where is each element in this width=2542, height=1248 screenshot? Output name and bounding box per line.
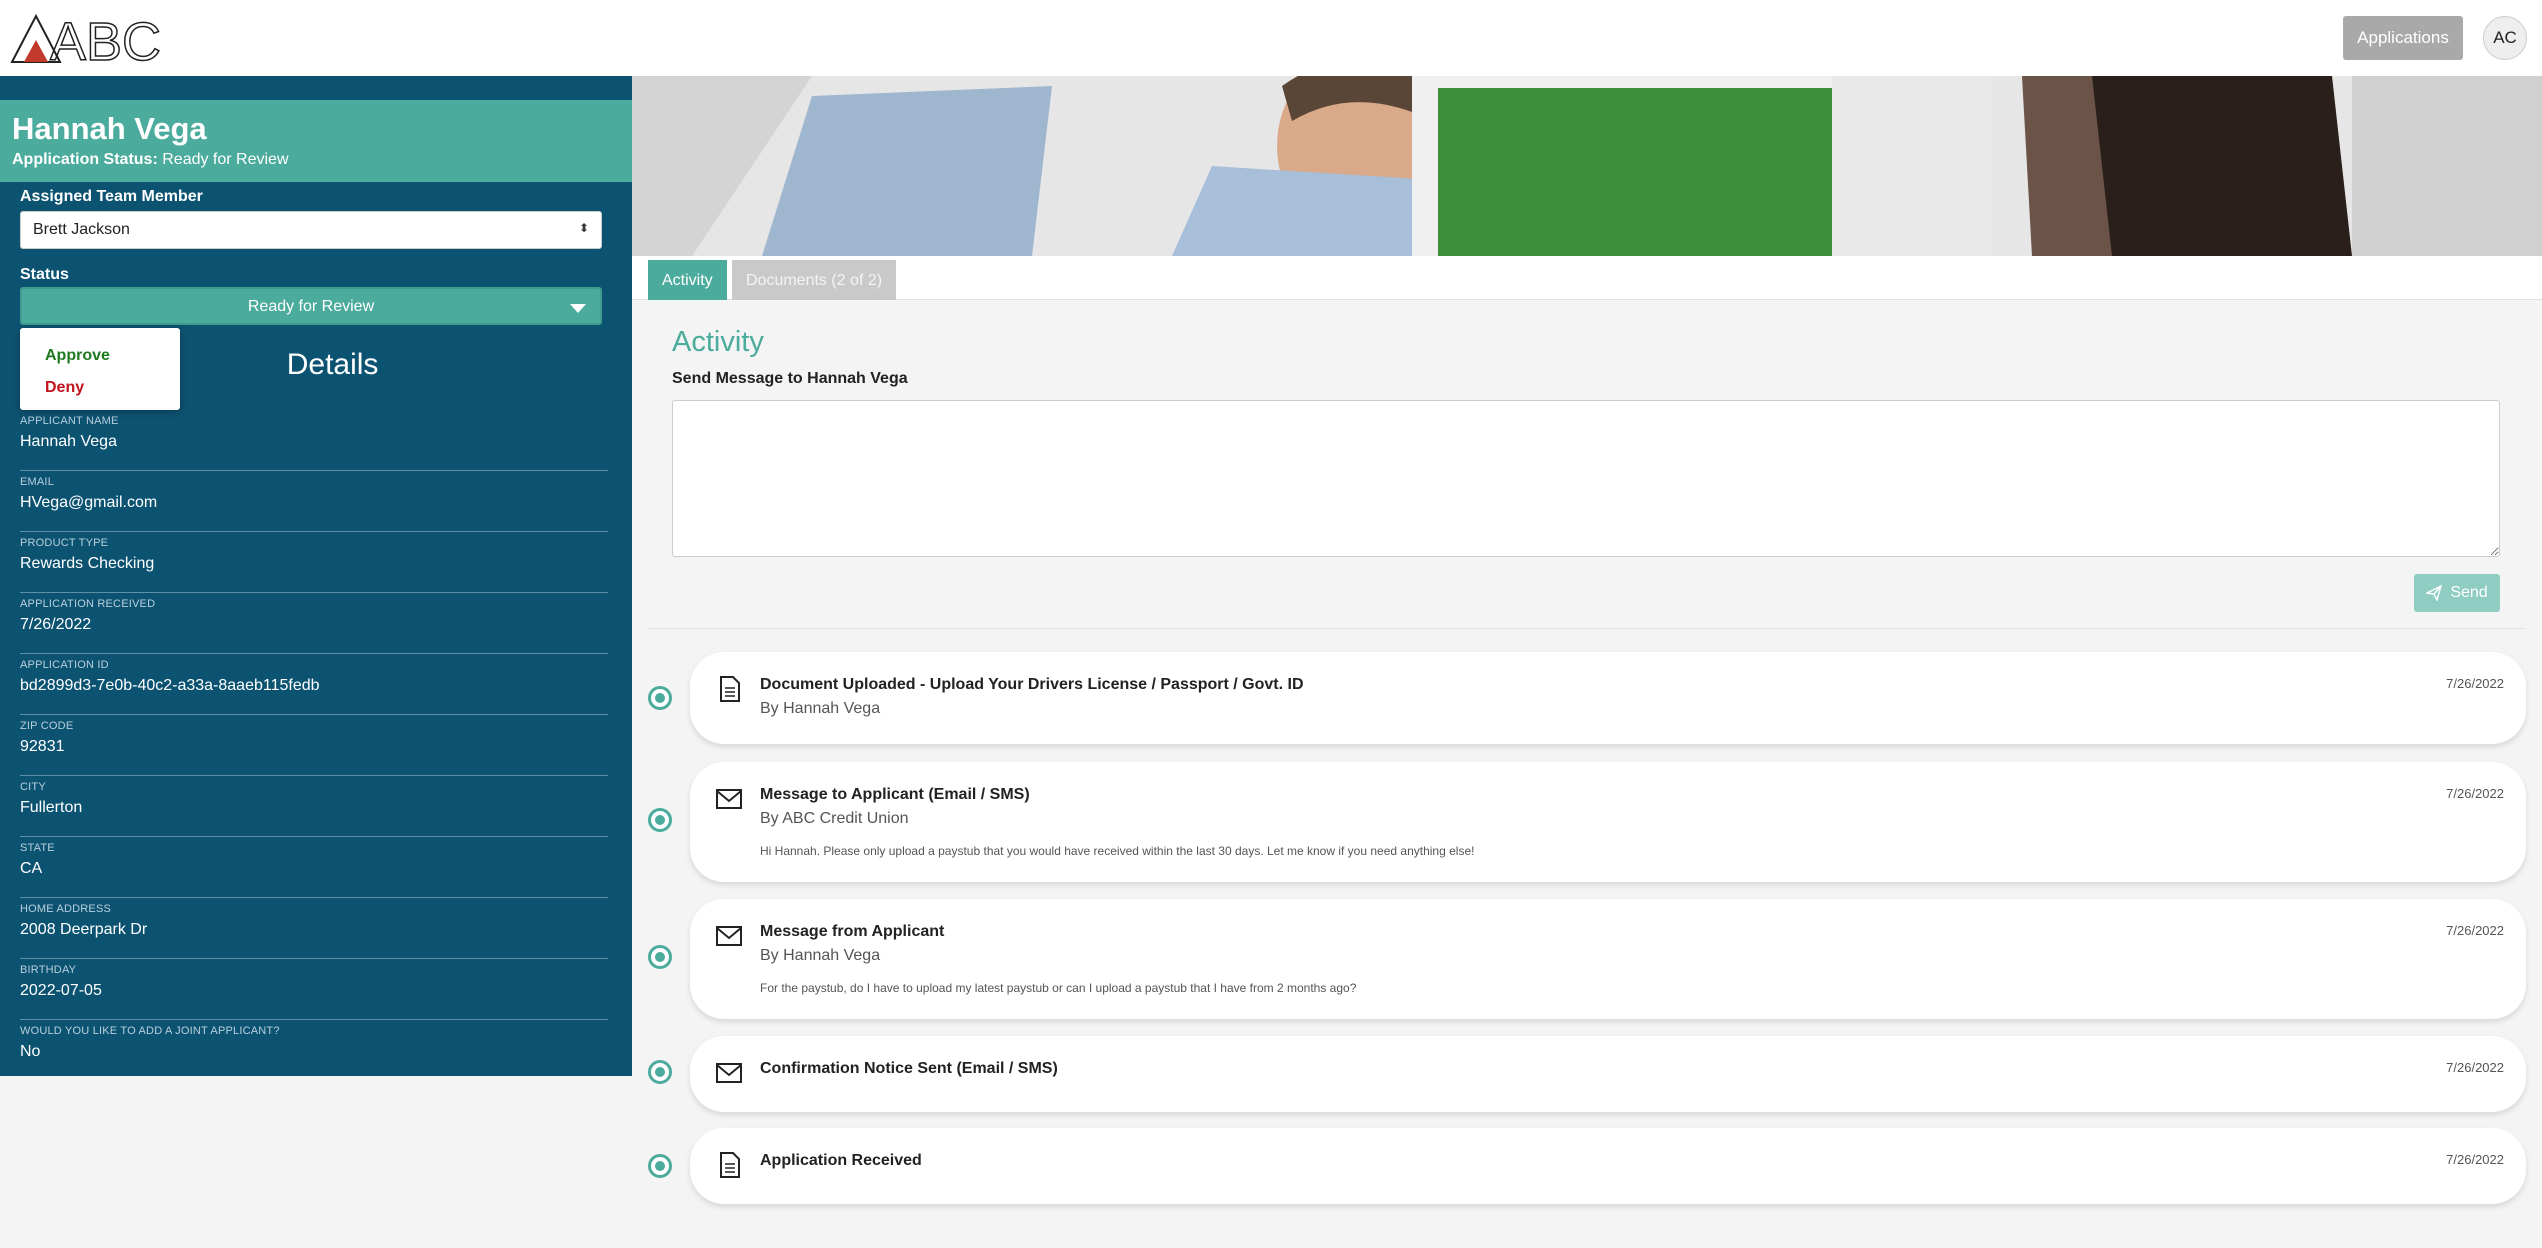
assigned-team-member-select[interactable]: Brett Jackson ⬍ bbox=[20, 211, 602, 249]
applications-button[interactable]: Applications bbox=[2343, 16, 2463, 60]
timeline-title: Confirmation Notice Sent (Email / SMS) bbox=[760, 1060, 1058, 1077]
status-option-approve[interactable]: Approve bbox=[45, 340, 180, 372]
timeline-title: Message to Applicant (Email / SMS) bbox=[760, 786, 1030, 803]
application-status-label: Application Status: bbox=[12, 150, 158, 168]
divider bbox=[648, 628, 2526, 629]
send-button[interactable]: Send bbox=[2414, 574, 2500, 612]
timeline-date: 7/26/2022 bbox=[2446, 1060, 2504, 1075]
avatar[interactable]: AC bbox=[2483, 16, 2527, 60]
send-message-label: Send Message to Hannah Vega bbox=[672, 370, 908, 387]
tab-documents[interactable]: Documents (2 of 2) bbox=[732, 260, 897, 300]
status-option-deny[interactable]: Deny bbox=[45, 372, 180, 404]
field-city: CITY Fullerton bbox=[20, 776, 608, 837]
assigned-team-member-value: Brett Jackson bbox=[33, 221, 130, 238]
applicant-banner: Hannah Vega Application Status: Ready fo… bbox=[0, 100, 682, 182]
timeline-date: 7/26/2022 bbox=[2446, 923, 2504, 938]
timeline-title: Message from Applicant bbox=[760, 923, 945, 940]
document-icon bbox=[720, 676, 740, 702]
select-arrows-icon: ⬍ bbox=[578, 221, 589, 235]
application-status-value: Ready for Review bbox=[162, 150, 289, 168]
timeline-card: Message from Applicant By Hannah Vega Fo… bbox=[690, 899, 2526, 1019]
timeline-card: Confirmation Notice Sent (Email / SMS) 7… bbox=[690, 1036, 2526, 1112]
envelope-icon bbox=[716, 789, 742, 809]
application-status-line: Application Status: Ready for Review bbox=[12, 151, 670, 169]
tab-activity[interactable]: Activity bbox=[648, 260, 727, 300]
timeline-card: Message to Applicant (Email / SMS) By AB… bbox=[690, 762, 2526, 882]
field-birthday: BIRTHDAY 2022-07-05 bbox=[20, 959, 608, 1020]
hero-image bbox=[632, 76, 2542, 256]
field-application-received: APPLICATION RECEIVED 7/26/2022 bbox=[20, 593, 608, 654]
logo-text: ABC bbox=[50, 12, 161, 66]
timeline-author: By ABC Credit Union bbox=[760, 810, 909, 827]
field-state: STATE CA bbox=[20, 837, 608, 898]
applicant-name: Hannah Vega bbox=[12, 111, 207, 146]
field-applicant-name: APPLICANT NAME Hannah Vega bbox=[20, 410, 608, 471]
message-input[interactable] bbox=[672, 400, 2500, 557]
timeline-card: Application Received 7/26/2022 bbox=[690, 1128, 2526, 1204]
timeline-dot bbox=[648, 1060, 672, 1084]
field-application-id: APPLICATION ID bd2899d3-7e0b-40c2-a33a-8a… bbox=[20, 654, 608, 715]
timeline-author: By Hannah Vega bbox=[760, 947, 881, 964]
abc-logo[interactable]: ABC bbox=[10, 10, 165, 66]
timeline-author: By Hannah Vega bbox=[760, 700, 881, 717]
field-zip-code: ZIP CODE 92831 bbox=[20, 715, 608, 776]
office-photo bbox=[632, 76, 2542, 256]
field-joint-applicant: WOULD YOU LIKE TO ADD A JOINT APPLICANT?… bbox=[20, 1025, 280, 1060]
status-label: Status bbox=[20, 266, 69, 283]
timeline-card: Document Uploaded - Upload Your Drivers … bbox=[690, 652, 2526, 744]
status-select[interactable]: Ready for Review bbox=[20, 287, 602, 325]
status-dropdown-menu: Approve Deny bbox=[20, 328, 180, 410]
timeline-dot bbox=[648, 686, 672, 710]
paper-plane-icon bbox=[2426, 585, 2443, 601]
timeline-dot bbox=[648, 808, 672, 832]
timeline-date: 7/26/2022 bbox=[2446, 676, 2504, 691]
document-icon bbox=[720, 1152, 740, 1178]
envelope-icon bbox=[716, 926, 742, 946]
chevron-down-icon bbox=[570, 304, 586, 313]
timeline-title: Document Uploaded - Upload Your Drivers … bbox=[760, 676, 1304, 693]
applicant-sidebar: Hannah Vega Application Status: Ready fo… bbox=[0, 76, 682, 1076]
status-select-value: Ready for Review bbox=[247, 298, 375, 315]
field-email: EMAIL HVega@gmail.com bbox=[20, 471, 608, 532]
timeline-dot bbox=[648, 1154, 672, 1178]
timeline-date: 7/26/2022 bbox=[2446, 1152, 2504, 1167]
top-bar: ABC Applications AC bbox=[0, 0, 2542, 76]
assigned-team-member-label: Assigned Team Member bbox=[20, 188, 203, 205]
activity-title: Activity bbox=[672, 326, 764, 358]
tab-bar: Activity Documents (2 of 2) bbox=[632, 256, 2542, 300]
timeline-dot bbox=[648, 945, 672, 969]
timeline-title: Application Received bbox=[760, 1152, 922, 1169]
envelope-icon bbox=[716, 1063, 742, 1083]
timeline-message: Hi Hannah. Please only upload a paystub … bbox=[760, 844, 1475, 858]
field-product-type: PRODUCT TYPE Rewards Checking bbox=[20, 532, 608, 593]
send-button-label: Send bbox=[2450, 584, 2488, 601]
timeline-message: For the paystub, do I have to upload my … bbox=[760, 981, 1357, 995]
applicant-details-list: APPLICANT NAME Hannah Vega EMAIL HVega@gma… bbox=[20, 410, 608, 1081]
field-home-address: HOME ADDRESS 2008 Deerpark Dr bbox=[20, 898, 608, 959]
timeline-date: 7/26/2022 bbox=[2446, 786, 2504, 801]
